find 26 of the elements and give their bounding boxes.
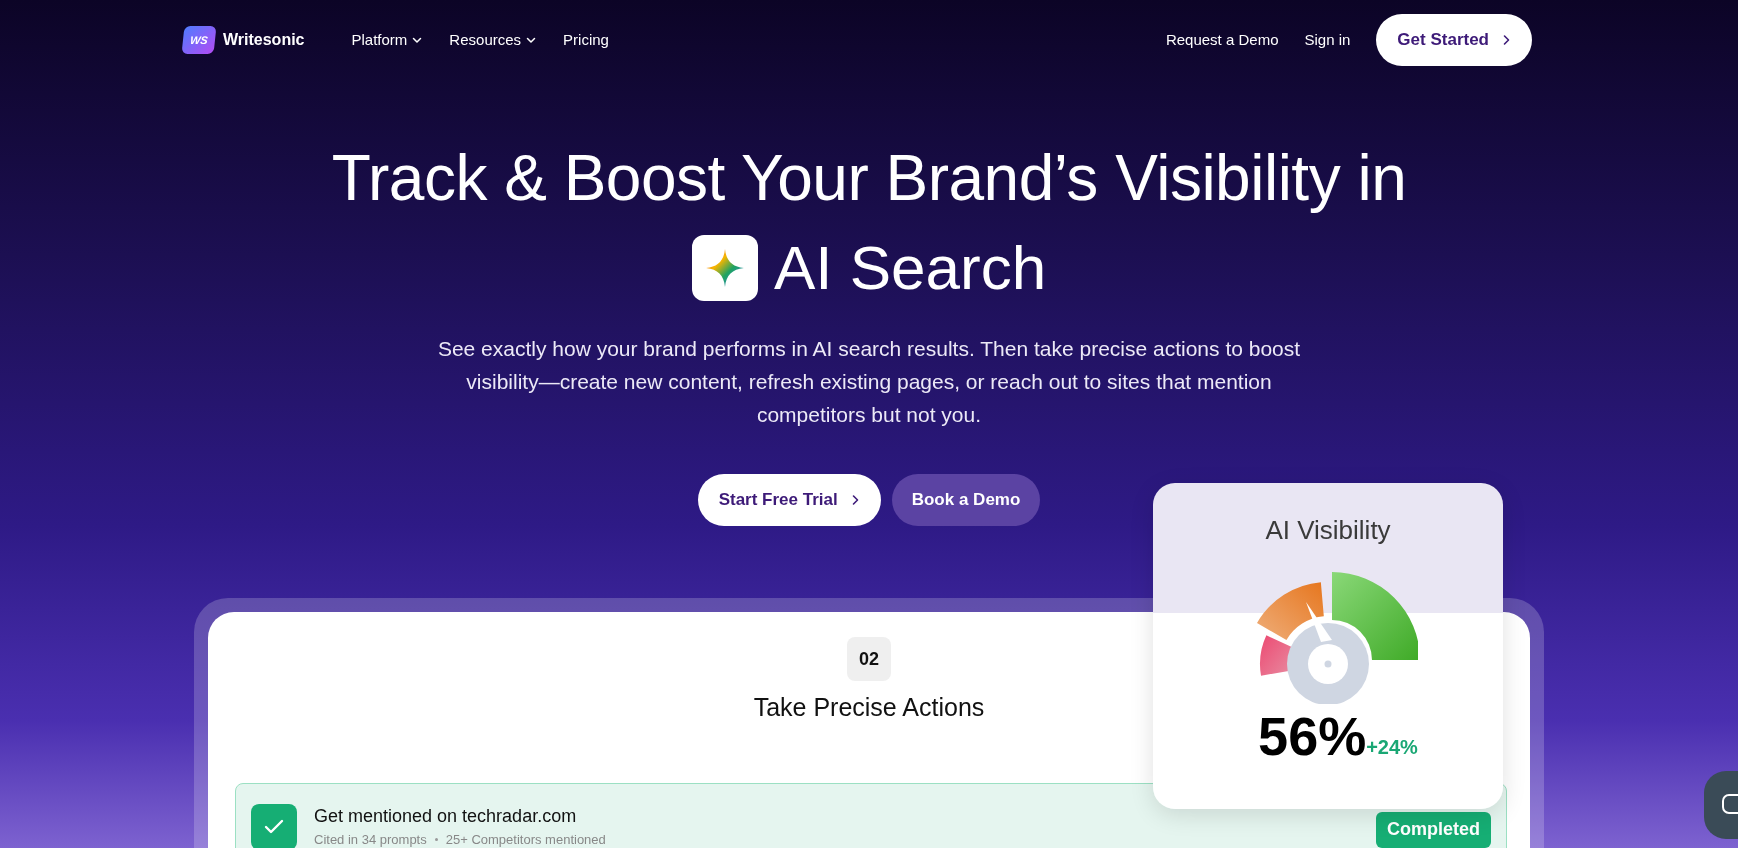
start-trial-button[interactable]: Start Free Trial: [697, 474, 881, 526]
card-title: AI Visibility: [1265, 514, 1391, 547]
nav-link[interactable]: Platform: [351, 28, 424, 52]
visibility-change: +24%: [1366, 735, 1418, 760]
hero-title: AI Search: [773, 232, 1047, 304]
hero-title: Track & Boost Your Brand’s Visibility in: [331, 141, 1407, 216]
step-number: 02: [847, 637, 891, 681]
nav-link[interactable]: Resources: [449, 28, 538, 52]
nav-link[interactable]: Pricing: [563, 28, 609, 52]
action-detail: Cited in 34 prompts: [314, 830, 427, 848]
step-title: Take Precise Actions: [753, 692, 985, 723]
get-started-button[interactable]: Get Started: [1376, 14, 1532, 66]
book-demo-button[interactable]: Book a Demo: [891, 474, 1041, 526]
logo-icon: WS: [181, 26, 217, 54]
visibility-value: 56%: [1258, 708, 1367, 764]
sparkle-icon: [691, 235, 758, 301]
nav-link[interactable]: Request a Demo: [1165, 28, 1279, 52]
chevron-right-icon: [1501, 34, 1511, 46]
status-badge: Completed: [1376, 811, 1491, 848]
check-icon: [263, 817, 285, 836]
action-title: Get mentioned on techradar.com: [314, 804, 578, 828]
nav-link[interactable]: Sign in: [1304, 28, 1351, 52]
action-detail: 25+ Competitors mentioned: [445, 830, 606, 848]
brand-name[interactable]: Writesonic: [223, 28, 305, 52]
checkbox[interactable]: [251, 803, 297, 848]
hero-description: See exactly how your brand performs in AI search results. Then take precise actions to boost visibility—create new content, refresh existing pages, or reach out to sites that mention competitors but not you.: [436, 336, 1302, 428]
